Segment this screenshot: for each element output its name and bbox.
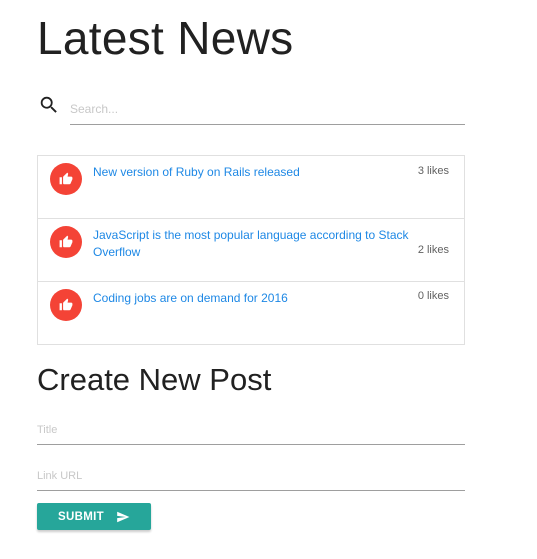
list-item: Coding jobs are on demand for 2016 0 lik… (38, 282, 464, 344)
likes-count: 0 likes (417, 290, 449, 302)
search-input[interactable] (70, 94, 465, 125)
like-button[interactable] (50, 226, 82, 258)
likes-count: 2 likes (417, 244, 449, 256)
list-item: New version of Ruby on Rails released 3 … (38, 156, 464, 219)
link-url-field[interactable] (37, 462, 465, 491)
news-title-link[interactable]: New version of Ruby on Rails released (93, 164, 418, 181)
send-icon (117, 511, 130, 522)
like-button[interactable] (50, 289, 82, 321)
thumb-up-icon (59, 235, 73, 248)
list-item: JavaScript is the most popular language … (38, 219, 464, 282)
likes-count: 3 likes (417, 165, 449, 177)
submit-button[interactable]: SUBMIT (37, 503, 151, 530)
page-title: Latest News (37, 12, 294, 64)
news-title-link[interactable]: Coding jobs are on demand for 2016 (93, 290, 418, 307)
submit-label: SUBMIT (58, 510, 104, 523)
thumb-up-icon (59, 298, 73, 311)
search-bar (37, 92, 465, 130)
news-list: New version of Ruby on Rails released 3 … (37, 155, 465, 345)
search-icon (38, 94, 60, 116)
thumb-up-icon (59, 172, 73, 185)
create-post-title: Create New Post (37, 362, 272, 397)
like-button[interactable] (50, 163, 82, 195)
news-title-link[interactable]: JavaScript is the most popular language … (93, 227, 418, 261)
title-field[interactable] (37, 416, 465, 445)
